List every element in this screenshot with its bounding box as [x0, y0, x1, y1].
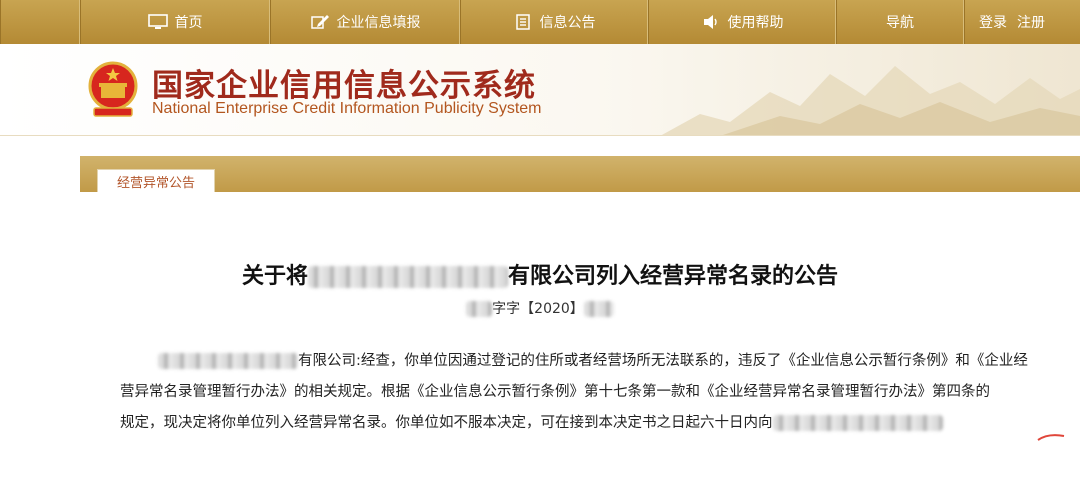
notice-line-1: 有限公司:经查，你单位因通过登记的住所或者经营场所无法联系的，违反了《企业信息公…	[158, 346, 1038, 377]
mountain-illustration	[661, 66, 1080, 135]
redacted-authority	[772, 415, 943, 431]
redacted-doc-prefix	[466, 301, 493, 317]
document-number: 字字【2020】	[0, 298, 1080, 318]
nav-home-label: 首页	[174, 15, 203, 31]
nav-help-label: 使用帮助	[727, 15, 784, 31]
login-link[interactable]: 登录	[979, 12, 1007, 32]
speaker-icon	[701, 14, 721, 30]
notice-line-3: 规定，现决定将你单位列入经营异常名录。你单位如不服本决定，可在接到本决定书之日起…	[120, 408, 1038, 439]
nav-account: 登录 注册	[964, 0, 1080, 44]
edit-icon	[310, 14, 330, 30]
content-header-bar	[80, 156, 1080, 192]
top-nav: 首页 企业信息填报 信息公告 使用帮助 导航 登录 注册	[0, 0, 1080, 44]
site-header: 国家企业信用信息公示系统 National Enterprise Credit …	[0, 44, 1080, 136]
notice-line-1-text: 有限公司:经查，你单位因通过登记的住所或者经营场所无法联系的，违反了《企业信息公…	[298, 353, 1028, 369]
notice-line-3-text: 规定，现决定将你单位列入经营异常名录。你单位如不服本决定，可在接到本决定书之日起…	[120, 415, 773, 431]
notice-title-suffix: 有限公司列入经营异常名录的公告	[508, 264, 839, 289]
nav-home[interactable]: 首页	[80, 0, 270, 44]
notice-line-2: 营异常名录管理暂行办法》的相关规定。根据《企业信息公示暂行条例》第十七条第一款和…	[120, 384, 990, 400]
national-emblem-icon	[88, 61, 138, 117]
tab-label: 经营异常公告	[116, 175, 195, 191]
annotation-mark	[1037, 434, 1065, 441]
document-icon	[513, 14, 533, 30]
tab-abnormal-notice[interactable]: 经营异常公告	[97, 169, 215, 192]
register-link[interactable]: 注册	[1017, 12, 1045, 32]
document-number-text: 字字【2020】	[492, 301, 584, 317]
redacted-doc-suffix	[583, 301, 614, 317]
nav-guide-label: 导航	[886, 15, 914, 31]
notice-title-prefix: 关于将	[241, 264, 308, 289]
redacted-company-prefix	[158, 353, 298, 369]
nav-enterprise-fill[interactable]: 企业信息填报	[270, 0, 460, 44]
nav-help[interactable]: 使用帮助	[648, 0, 836, 44]
nav-notice-label: 信息公告	[539, 15, 596, 31]
nav-guide[interactable]: 导航	[836, 0, 964, 44]
page-bottom	[0, 442, 1080, 487]
redacted-company-name	[308, 266, 508, 288]
nav-enterprise-fill-label: 企业信息填报	[336, 15, 421, 31]
nav-notice[interactable]: 信息公告	[460, 0, 648, 44]
site-subtitle: National Enterprise Credit Information P…	[152, 100, 542, 117]
notice-title: 关于将 有限公司列入经营异常名录的公告	[0, 258, 1080, 290]
monitor-icon	[147, 14, 168, 30]
notice-body: 有限公司:经查，你单位因通过登记的住所或者经营场所无法联系的，违反了《企业信息公…	[120, 346, 1038, 439]
site-title: 国家企业信用信息公示系统	[152, 68, 536, 104]
nav-spacer	[0, 0, 80, 44]
